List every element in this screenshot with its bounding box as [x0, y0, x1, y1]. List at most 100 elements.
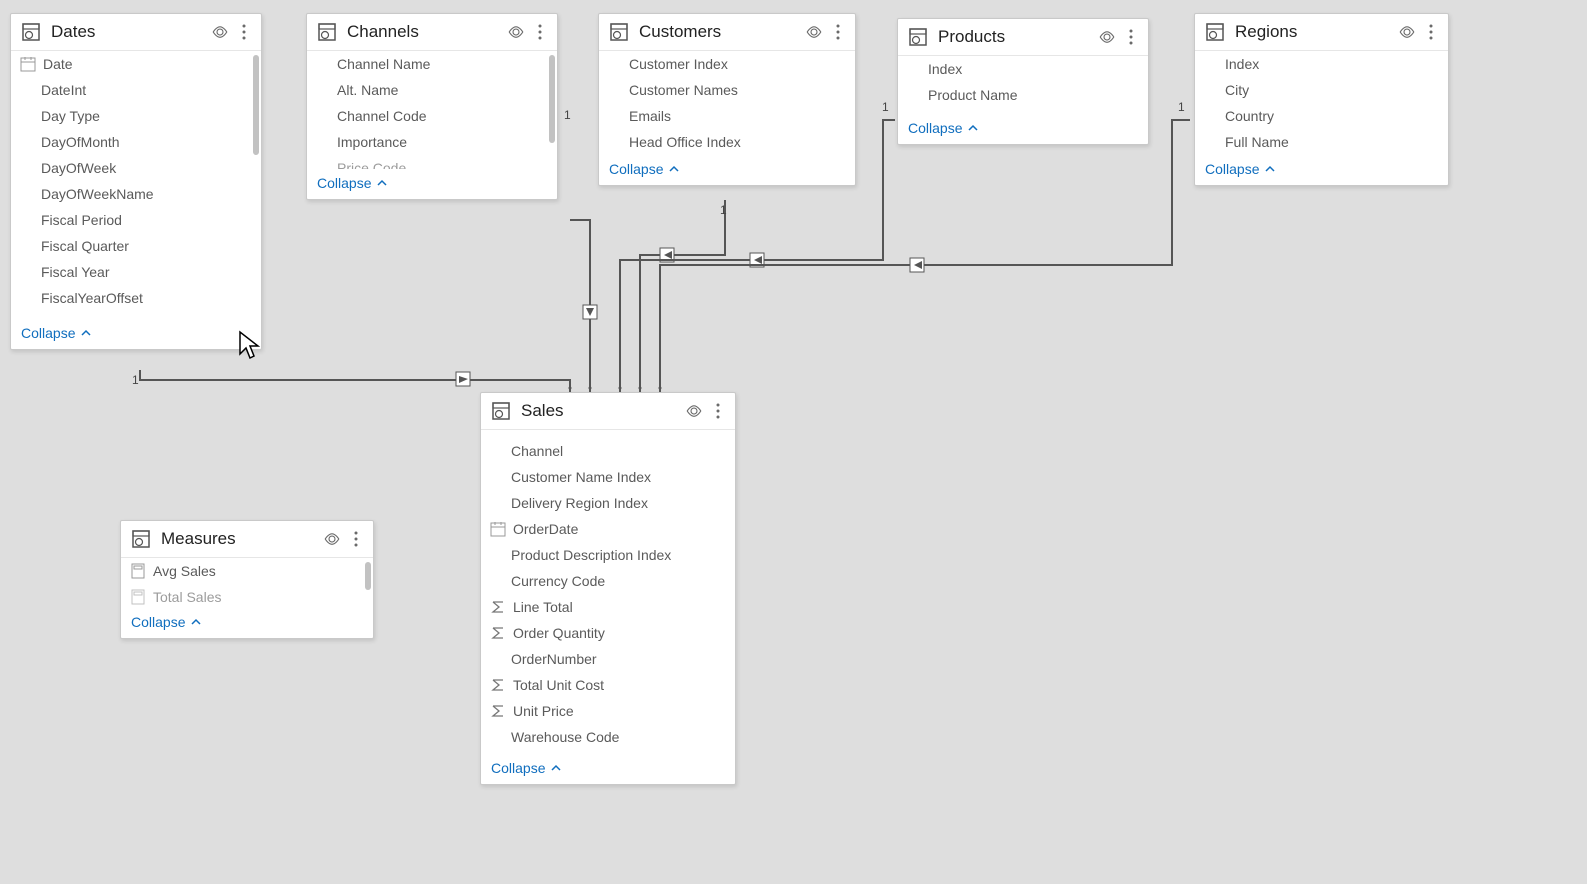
collapse-button[interactable]: Collapse	[609, 161, 679, 177]
field-label: Importance	[337, 134, 407, 150]
table-products[interactable]: Products Index Product Name Collapse	[897, 18, 1149, 145]
cardinality-regions-one: 1	[1178, 100, 1185, 114]
table-title: Channels	[347, 22, 501, 42]
collapse-label: Collapse	[1205, 161, 1259, 177]
field-label: Price Code	[337, 160, 406, 169]
more-options-icon[interactable]	[829, 23, 847, 41]
field-item[interactable]: Country	[1195, 103, 1448, 129]
field-label: Unit Price	[513, 703, 574, 719]
field-item[interactable]: Avg Sales	[121, 558, 373, 584]
collapse-button[interactable]: Collapse	[317, 175, 387, 191]
table-channels[interactable]: Channels Channel Name Alt. Name Channel …	[306, 13, 558, 200]
field-item[interactable]: Emails	[599, 103, 855, 129]
table-header-measures[interactable]: Measures	[121, 521, 373, 558]
field-item[interactable]: Day Type	[11, 103, 261, 129]
table-header-sales[interactable]: Sales	[481, 393, 735, 430]
field-item[interactable]: Fiscal Year	[11, 259, 261, 285]
field-label: Line Total	[513, 599, 573, 615]
field-label: DateInt	[41, 82, 86, 98]
visibility-icon[interactable]	[1098, 28, 1116, 46]
field-item[interactable]: Index	[898, 56, 1148, 82]
field-item[interactable]: Total Unit Cost	[481, 672, 735, 698]
more-options-icon[interactable]	[1122, 28, 1140, 46]
field-item[interactable]: Delivery Region Index	[481, 490, 735, 516]
field-item[interactable]: OrderNumber	[481, 646, 735, 672]
field-item[interactable]: DayOfWeek	[11, 155, 261, 181]
collapse-button[interactable]: Collapse	[491, 760, 561, 776]
field-item[interactable]: Importance	[307, 129, 557, 155]
field-label: OrderDate	[513, 521, 578, 537]
scrollbar-thumb[interactable]	[253, 55, 259, 155]
field-label: Product Name	[928, 87, 1017, 103]
visibility-icon[interactable]	[805, 23, 823, 41]
field-item[interactable]: Full Name	[1195, 129, 1448, 155]
field-item[interactable]: City	[1195, 77, 1448, 103]
more-options-icon[interactable]	[235, 23, 253, 41]
field-item[interactable]: FiscalYearOffset	[11, 285, 261, 311]
more-options-icon[interactable]	[709, 402, 727, 420]
table-sales[interactable]: Sales Channel Customer Name Index Delive…	[480, 392, 736, 785]
field-item[interactable]: Total Sales	[121, 584, 373, 608]
collapse-button[interactable]: Collapse	[131, 614, 201, 630]
field-item[interactable]: Customer Index	[599, 51, 855, 77]
field-item[interactable]: Channel	[481, 438, 735, 464]
field-label: Avg Sales	[153, 563, 216, 579]
field-item[interactable]: Customer Name Index	[481, 464, 735, 490]
field-label: Emails	[629, 108, 671, 124]
calculator-icon	[129, 588, 147, 606]
scrollbar-thumb[interactable]	[549, 55, 555, 143]
field-item[interactable]: Alt. Name	[307, 77, 557, 103]
field-item[interactable]: Channel Code	[307, 103, 557, 129]
field-label: Total Sales	[153, 589, 221, 605]
more-options-icon[interactable]	[347, 530, 365, 548]
field-item[interactable]: DayOfMonth	[11, 129, 261, 155]
field-item[interactable]: Head Office Index	[599, 129, 855, 155]
field-item[interactable]: DateInt	[11, 77, 261, 103]
field-label: Fiscal Quarter	[41, 238, 129, 254]
field-item[interactable]: DayOfWeekName	[11, 181, 261, 207]
visibility-icon[interactable]	[507, 23, 525, 41]
field-item[interactable]: Price Code	[307, 155, 557, 169]
field-label: Fiscal Year	[41, 264, 109, 280]
field-item[interactable]: Order Quantity	[481, 620, 735, 646]
table-header-customers[interactable]: Customers	[599, 14, 855, 51]
visibility-icon[interactable]	[1398, 23, 1416, 41]
visibility-icon[interactable]	[685, 402, 703, 420]
field-item[interactable]: Date	[11, 51, 261, 77]
field-item[interactable]: Product Description Index	[481, 542, 735, 568]
table-measures[interactable]: Measures Avg Sales Total Sales Collapse	[120, 520, 374, 639]
more-options-icon[interactable]	[1422, 23, 1440, 41]
table-header-products[interactable]: Products	[898, 19, 1148, 56]
table-title: Regions	[1235, 22, 1392, 42]
field-list-sales: Channel Customer Name Index Delivery Reg…	[481, 430, 735, 754]
collapse-button[interactable]: Collapse	[1205, 161, 1275, 177]
table-dates[interactable]: Dates Date DateInt Day Type DayOfMonth D…	[10, 13, 262, 350]
table-header-regions[interactable]: Regions	[1195, 14, 1448, 51]
field-item[interactable]: Index	[1195, 51, 1448, 77]
scrollbar-thumb[interactable]	[365, 562, 371, 590]
field-item[interactable]: Unit Price	[481, 698, 735, 724]
field-label: Channel Name	[337, 56, 430, 72]
table-header-dates[interactable]: Dates	[11, 14, 261, 51]
field-item[interactable]: Channel Name	[307, 51, 557, 77]
table-header-channels[interactable]: Channels	[307, 14, 557, 51]
field-item[interactable]: Warehouse Code	[481, 724, 735, 750]
field-label: Product Description Index	[511, 547, 671, 563]
field-item[interactable]: Fiscal Period	[11, 207, 261, 233]
table-regions[interactable]: Regions Index City Country Full Name Col…	[1194, 13, 1449, 186]
field-label: Total Unit Cost	[513, 677, 604, 693]
visibility-icon[interactable]	[323, 530, 341, 548]
field-item[interactable]: Customer Names	[599, 77, 855, 103]
field-label: Day Type	[41, 108, 100, 124]
table-customers[interactable]: Customers Customer Index Customer Names …	[598, 13, 856, 186]
field-item[interactable]: Currency Code	[481, 568, 735, 594]
more-options-icon[interactable]	[531, 23, 549, 41]
field-item[interactable]: Fiscal Quarter	[11, 233, 261, 259]
field-item[interactable]: OrderDate	[481, 516, 735, 542]
visibility-icon[interactable]	[211, 23, 229, 41]
field-item[interactable]: Line Total	[481, 594, 735, 620]
field-label: Country	[1225, 108, 1274, 124]
collapse-button[interactable]: Collapse	[908, 120, 978, 136]
field-item[interactable]: Product Name	[898, 82, 1148, 108]
collapse-button[interactable]: Collapse	[21, 325, 91, 341]
